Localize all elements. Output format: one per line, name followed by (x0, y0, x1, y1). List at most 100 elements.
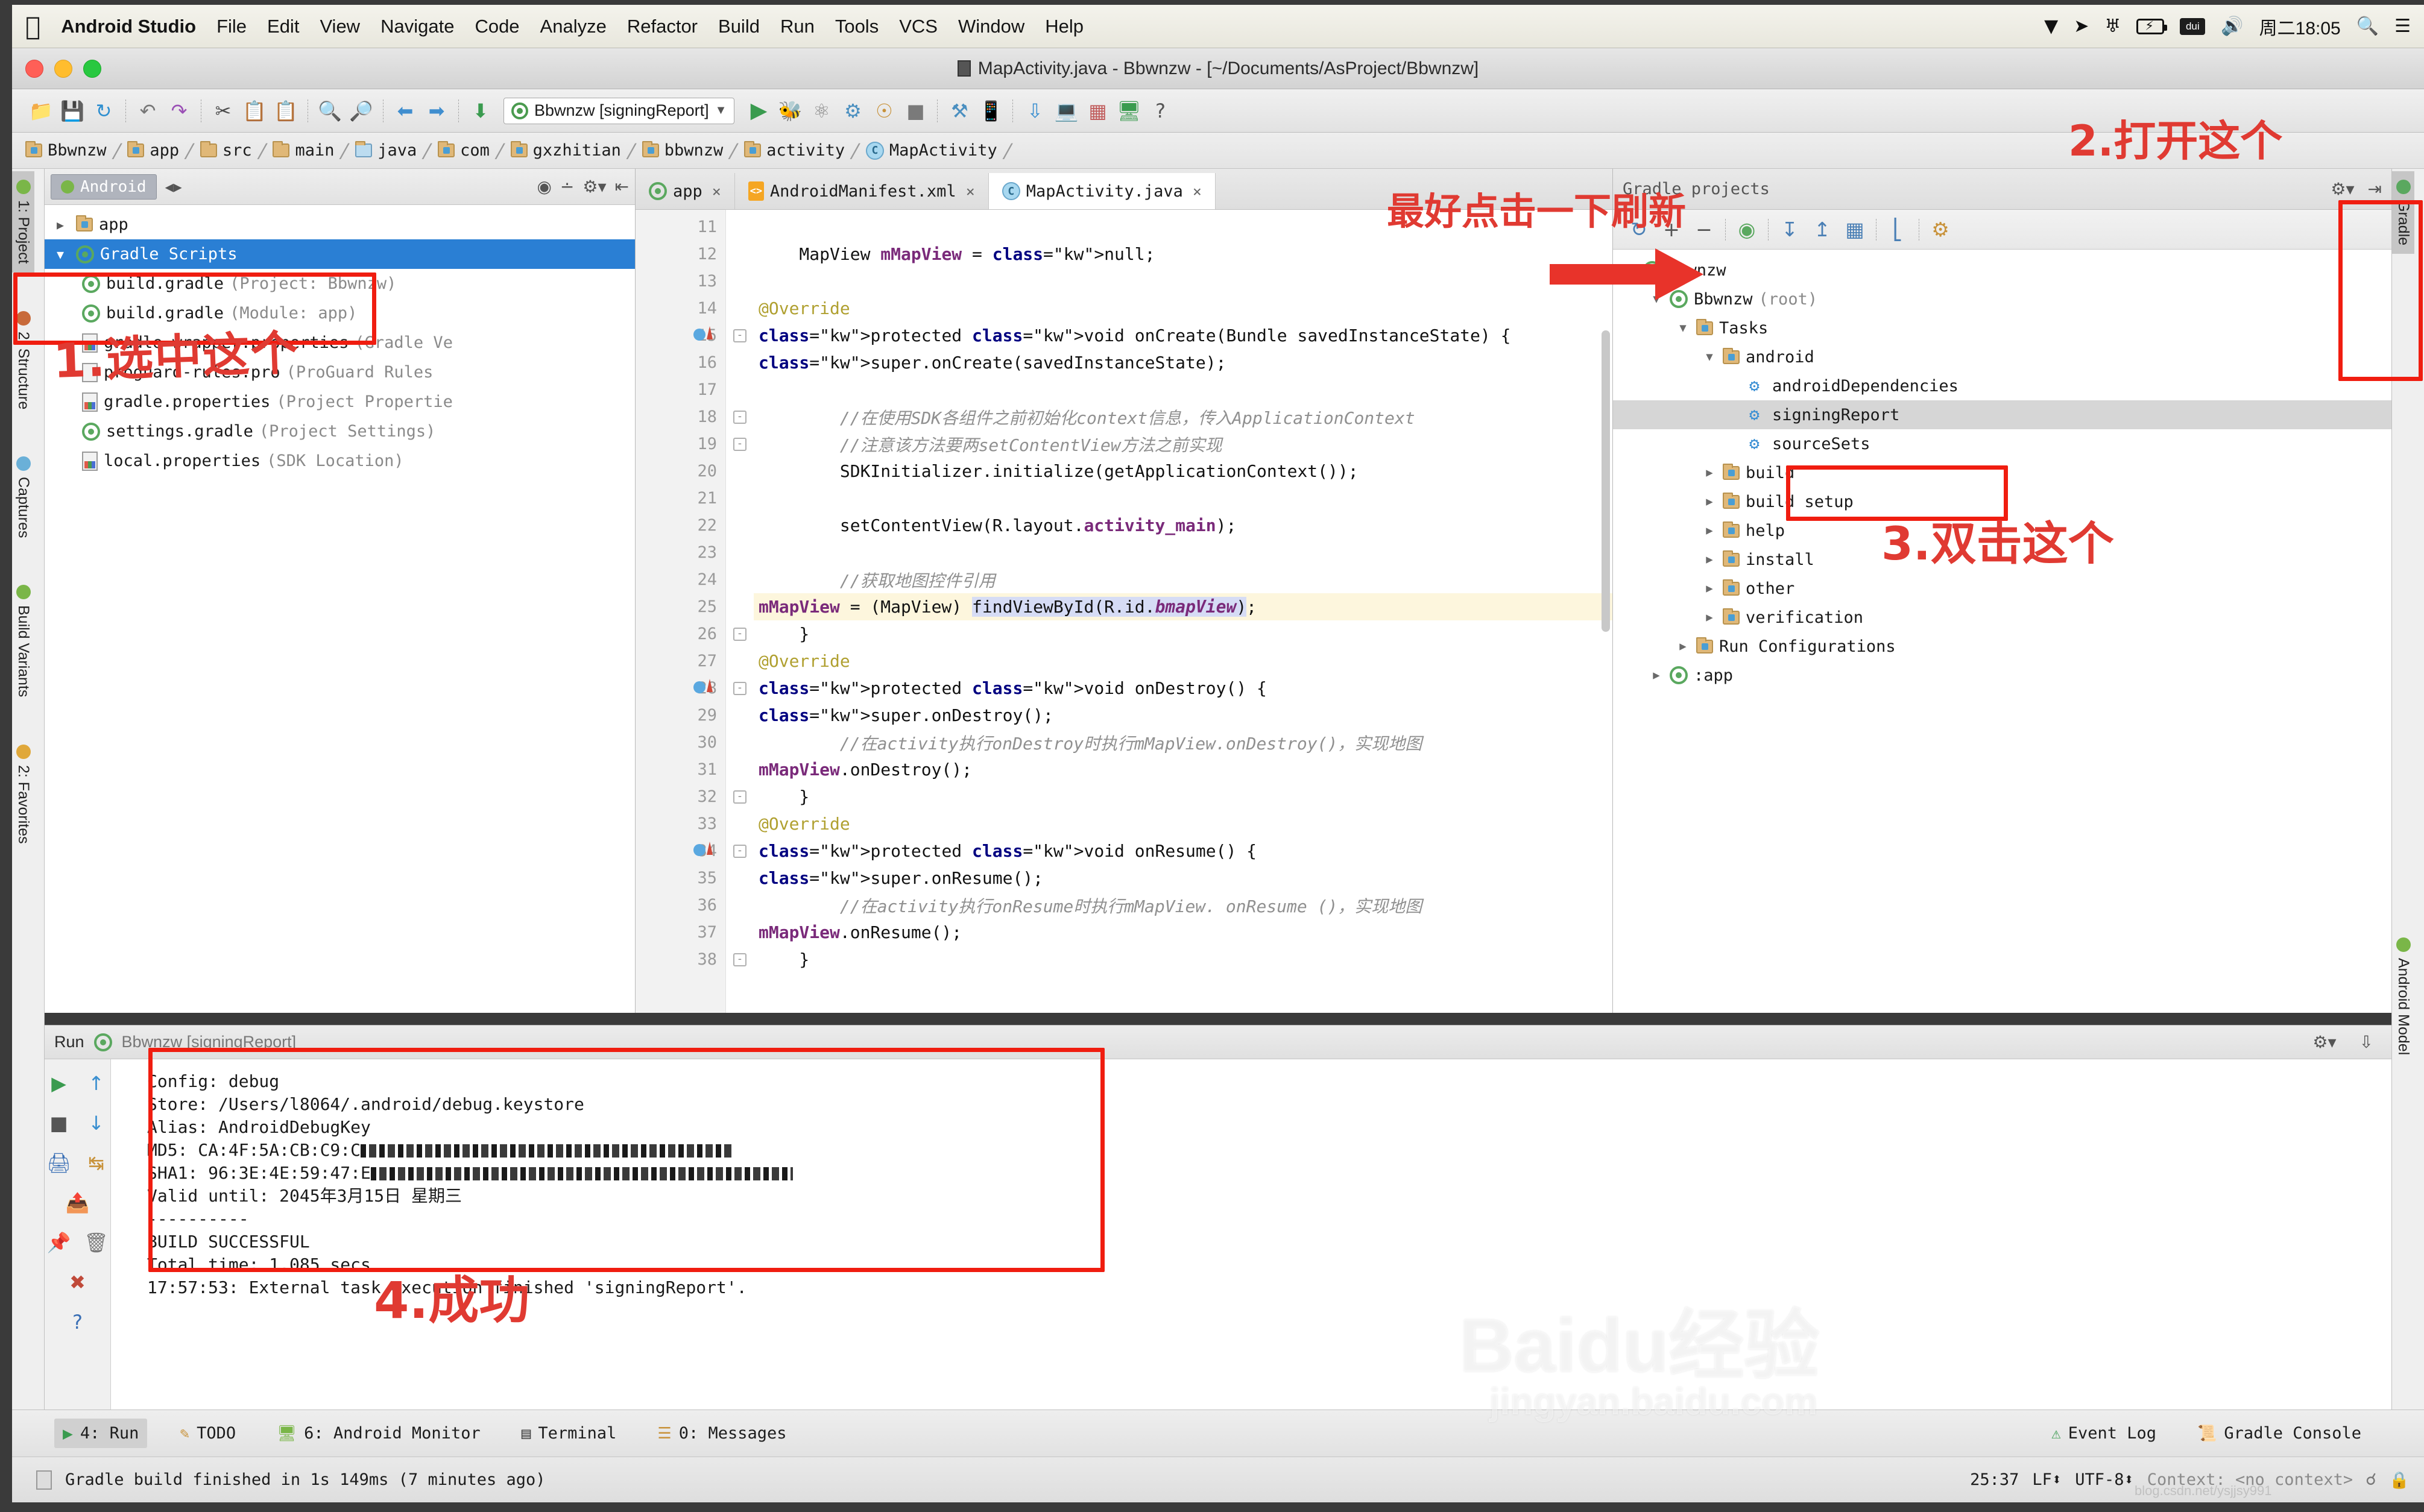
fold-marker[interactable]: - (726, 322, 754, 349)
fold-marker[interactable] (726, 268, 754, 295)
cut-icon[interactable]: ✂ (207, 95, 239, 127)
code-line[interactable]: //在activity执行onResume时执行mMapView. onResu… (754, 892, 1612, 919)
code-editor[interactable]: 11 12 13 14 15 16 17 18 19 20 21 22 23 24 25 26 27 28 29 30… (636, 210, 1612, 1013)
fold-marker[interactable] (726, 458, 754, 485)
tab-androidmanifest-xml[interactable]: <> AndroidManifest.xml × (735, 173, 989, 209)
pin-icon[interactable]: 📌 (42, 1227, 76, 1258)
execute-task-icon[interactable]: ◉ (1731, 215, 1763, 245)
chevron-right-icon[interactable]: ▶ (1702, 524, 1717, 537)
copy-icon[interactable]: 📋 (239, 95, 270, 127)
breadcrumb-item-mapactivity[interactable]: C MapActivity (865, 141, 997, 160)
help-icon[interactable]: ? (1144, 95, 1176, 127)
avd-manager-icon[interactable]: 📱 (975, 95, 1006, 127)
telegram-icon[interactable]: ➤ (2074, 16, 2089, 37)
apple-logo-icon[interactable]:  (25, 13, 40, 39)
branch-icon[interactable]: ☌ (2366, 1470, 2376, 1489)
code-content[interactable]: MapView mMapView = class ="kw">null; @Ove… (754, 210, 1612, 1013)
fold-marker[interactable]: - (726, 430, 754, 458)
bottom-tab-todo[interactable]: ✎ TODO (171, 1419, 244, 1447)
tree-row-gradle-properties[interactable]: gradle.properties (Project Propertie (45, 387, 635, 417)
breadcrumb-item-src[interactable]: src (200, 141, 252, 160)
hide-icon[interactable]: ⇤ (615, 177, 629, 197)
search-icon[interactable]: 🔍 (2356, 16, 2379, 37)
refresh-icon[interactable]: ↻ (1623, 215, 1655, 245)
code-line[interactable] (754, 376, 1612, 403)
breadcrumb-item-main[interactable]: main (273, 141, 334, 160)
dui-icon[interactable]: dui (2180, 17, 2206, 35)
fold-marker[interactable] (726, 349, 754, 376)
stop-icon[interactable]: ■ (900, 95, 931, 127)
gradle-tree-row[interactable]: ▶ Run Configurations (1613, 632, 2391, 661)
trash-icon[interactable]: 🗑 (80, 1227, 113, 1258)
bottom-tab-android-monitor[interactable]: 🖥 6: Android Monitor (268, 1419, 489, 1447)
code-line[interactable] (754, 213, 1612, 241)
fold-marker[interactable] (726, 376, 754, 403)
code-line[interactable]: mMapView = (MapView) findViewById(R.id.b… (754, 593, 1612, 620)
expand-all-icon[interactable]: ↧ (1773, 215, 1806, 245)
close-icon[interactable]: ✖ (61, 1267, 95, 1298)
fold-marker[interactable] (726, 647, 754, 675)
fold-marker[interactable]: - (726, 620, 754, 647)
open-folder-icon[interactable]: 📁 (25, 95, 57, 127)
override-marker-icon[interactable] (693, 842, 713, 856)
collapse-all-icon[interactable]: ∸ (560, 177, 574, 197)
chevron-right-icon[interactable]: ▶ (1702, 582, 1717, 595)
menu-help[interactable]: Help (1045, 16, 1084, 37)
tab-mapactivity-java[interactable]: C MapActivity.java × (988, 173, 1216, 209)
fold-marker[interactable] (726, 702, 754, 729)
chevron-right-icon[interactable]: ▶ (1702, 495, 1717, 508)
menu-file[interactable]: File (216, 16, 247, 37)
bottom-tab-messages[interactable]: ☰ 0: Messages (649, 1419, 795, 1447)
wrap-icon[interactable]: ↹ (80, 1147, 113, 1179)
fold-marker[interactable] (726, 729, 754, 756)
gradle-tree-row[interactable]: ▶ help (1613, 516, 2391, 545)
replace-icon[interactable]: 🔎 (346, 95, 377, 127)
toggle-tasks-icon[interactable]: ▦ (1839, 215, 1871, 245)
project-structure-icon[interactable]: ▦ (1082, 95, 1113, 127)
override-marker-icon[interactable] (693, 326, 713, 341)
menu-vcs[interactable]: VCS (899, 16, 938, 37)
code-line[interactable]: //在activity执行onDestroy时执行mMapView.onDest… (754, 729, 1612, 756)
chevron-down-icon[interactable]: ▼ (1623, 263, 1637, 277)
code-line[interactable]: SDKInitializer.initialize(getApplication… (754, 458, 1612, 485)
gradle-tree-row[interactable]: ▶ build (1613, 458, 2391, 487)
add-icon[interactable]: + (1655, 215, 1688, 245)
close-icon[interactable]: × (712, 183, 721, 200)
chevron-right-icon[interactable]: ▶ (1702, 466, 1717, 479)
code-line[interactable] (754, 268, 1612, 295)
context-indicator[interactable]: Context: <no context> (2147, 1470, 2353, 1489)
forward-icon[interactable]: ➡ (421, 95, 452, 127)
code-line[interactable]: class ="kw">protected class ="kw">void onD… (754, 675, 1612, 702)
fold-marker[interactable]: - (726, 946, 754, 973)
breadcrumb-item-bbwnzw[interactable]: bbwnzw (642, 141, 723, 160)
breadcrumb-item-gxzhitian[interactable]: gxzhitian (510, 141, 621, 160)
stop-icon[interactable]: ■ (42, 1107, 76, 1139)
code-line[interactable]: class ="kw">super.onDestroy(); (754, 702, 1612, 729)
gradle-tree-row[interactable]: ▶ build setup (1613, 487, 2391, 516)
close-icon[interactable]: × (1193, 183, 1202, 200)
gradle-tree-row[interactable]: ▶ other (1613, 574, 2391, 603)
run-icon[interactable]: ▶ (743, 95, 774, 127)
code-line[interactable]: @Override (754, 647, 1612, 675)
chevron-right-icon[interactable]: ▶ (57, 218, 70, 232)
code-line[interactable]: } (754, 946, 1612, 973)
paste-icon[interactable]: 📋 (270, 95, 301, 127)
redo-icon[interactable]: ↷ (163, 95, 195, 127)
menu-edit[interactable]: Edit (267, 16, 299, 37)
project-view-selector[interactable]: Android (51, 174, 157, 200)
menu-refactor[interactable]: Refactor (627, 16, 698, 37)
run-icon[interactable]: ▶ (42, 1068, 76, 1099)
chevron-right-icon[interactable]: ▶ (1702, 553, 1717, 566)
code-line[interactable]: mMapView .onDestroy(); (754, 756, 1612, 783)
breadcrumb-item-com[interactable]: com (438, 141, 490, 160)
menu-build[interactable]: Build (718, 16, 760, 37)
tab-app[interactable]: app × (636, 173, 735, 209)
menu-android-studio[interactable]: Android Studio (61, 16, 196, 37)
code-line[interactable]: class ="kw">protected class ="kw">void onR… (754, 837, 1612, 865)
code-line[interactable]: //获取地图控件引用 (754, 566, 1612, 593)
breadcrumb-item-java[interactable]: java (355, 141, 417, 160)
undo-icon[interactable]: ↶ (132, 95, 163, 127)
save-icon[interactable]: 💾 (57, 95, 88, 127)
fold-marker[interactable] (726, 241, 754, 268)
android-icon[interactable]: 🖥 (1113, 95, 1144, 127)
